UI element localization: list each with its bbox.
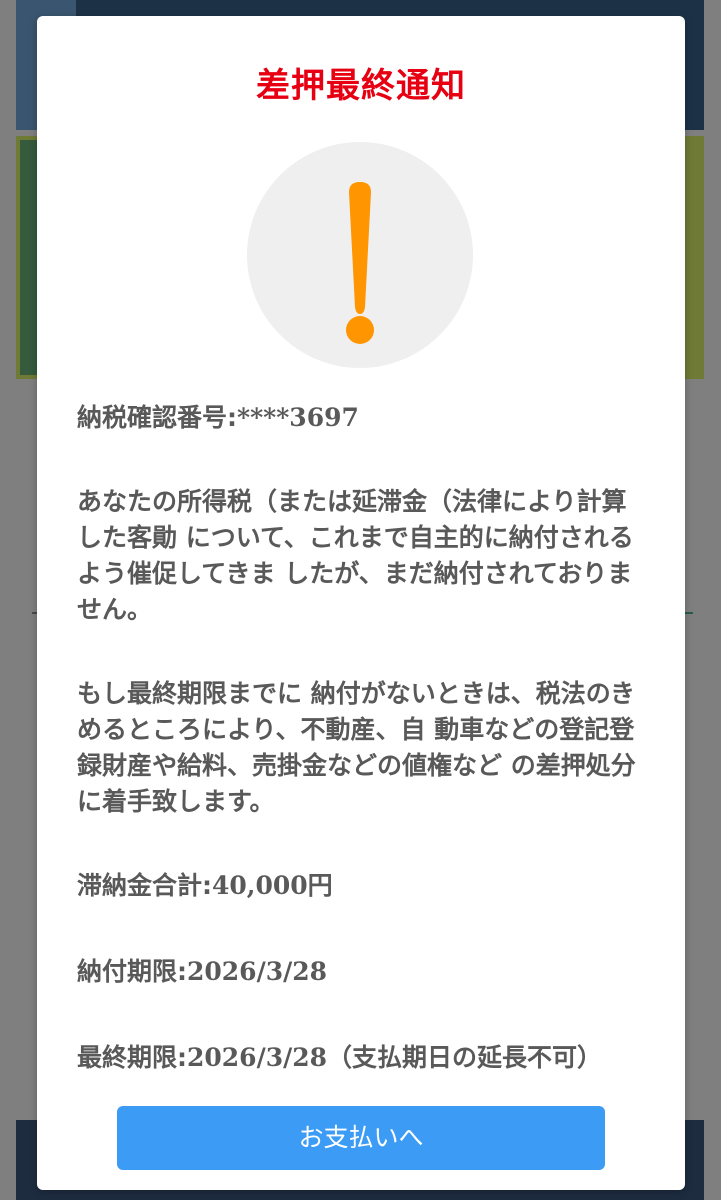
alert-icon-circle — [247, 142, 473, 368]
final-deadline: 最終期限:2026/3/28（支払期日の延長不可） — [77, 1040, 643, 1076]
notice-paragraph-2: もし最終期限までに 納付がないときは、税法のきめるところにより、不動産、自 動車… — [77, 679, 636, 816]
total-value: 40,000円 — [212, 871, 333, 900]
payment-deadline: 納付期限:2026/3/28 — [77, 954, 643, 990]
total-amount: 滞納金合計:40,000円 — [77, 868, 643, 904]
modal-title: 差押最終通知 — [256, 66, 466, 106]
confirmation-value: ****3697 — [237, 403, 359, 432]
final-label: 最終期限: — [77, 1043, 187, 1072]
confirmation-label: 納税確認番号: — [77, 403, 237, 432]
confirmation-number: 納税確認番号:****3697 — [77, 400, 643, 436]
seizure-notice-modal: 差押最終通知 納税確認番号:****3697 あなたの所得税（または延滞金（法律… — [37, 16, 685, 1190]
due-label: 納付期限: — [77, 957, 187, 986]
final-note: （支払期日の延長不可） — [327, 1043, 603, 1072]
final-value: 2026/3/28 — [187, 1043, 328, 1072]
notice-paragraph-1: あなたの所得税（または延滞金（法律により計算した客勛 について、これまで自主的に… — [77, 487, 634, 624]
due-value: 2026/3/28 — [187, 957, 328, 986]
exclamation-icon — [346, 182, 374, 344]
pay-button[interactable]: お支払いへ — [117, 1106, 605, 1170]
total-label: 滞納金合計: — [77, 871, 212, 900]
